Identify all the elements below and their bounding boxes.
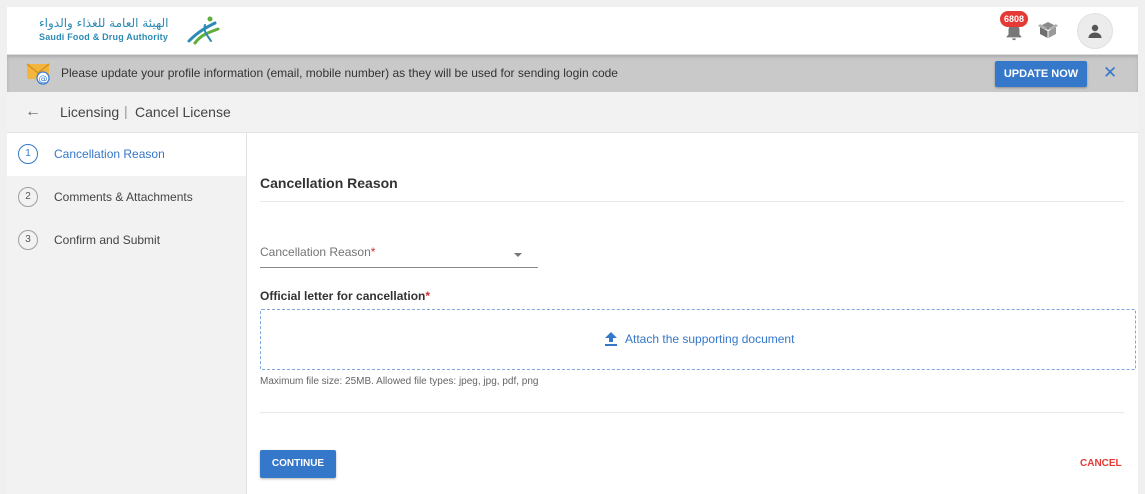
step-label: Cancellation Reason	[54, 147, 165, 161]
cancellation-reason-select[interactable]: Cancellation Reason*	[260, 241, 538, 268]
top-header: الهيئة العامة للغذاء والدواء Saudi Food …	[7, 7, 1138, 55]
upload-icon[interactable]	[604, 331, 618, 347]
select-placeholder: Cancellation Reason*	[260, 245, 376, 259]
step-label: Comments & Attachments	[54, 190, 193, 204]
step-number: 1	[18, 144, 38, 164]
divider	[260, 412, 1124, 413]
form-panel: Cancellation Reason Cancellation Reason*…	[247, 133, 1138, 494]
step-confirm-submit[interactable]: 3 Confirm and Submit	[7, 219, 246, 262]
official-letter-label: Official letter for cancellation*	[260, 289, 431, 303]
avatar[interactable]	[1077, 13, 1113, 49]
close-icon[interactable]: ✕	[1103, 63, 1117, 83]
user-icon	[1088, 24, 1102, 38]
banner-message: Please update your profile information (…	[61, 66, 618, 80]
back-arrow-icon[interactable]: ←	[25, 103, 41, 121]
step-number: 3	[18, 230, 38, 250]
sfda-logo[interactable]: الهيئة العامة للغذاء والدواء Saudi Food …	[37, 15, 237, 45]
cancel-button[interactable]: CANCEL	[1080, 458, 1122, 469]
step-label: Confirm and Submit	[54, 233, 161, 247]
sfda-logo-icon	[187, 16, 220, 45]
breadcrumb: ← Licensing | Cancel License	[7, 92, 1138, 133]
section-title: Cancellation Reason	[260, 175, 398, 191]
profile-update-banner: @ Please update your profile information…	[7, 55, 1138, 92]
logo-english-text: Saudi Food & Drug Authority	[39, 32, 169, 42]
required-mark: *	[425, 289, 431, 303]
breadcrumb-separator: |	[124, 103, 128, 119]
step-number: 2	[18, 187, 38, 207]
app-frame: الهيئة العامة للغذاء والدواء Saudi Food …	[7, 7, 1138, 494]
step-cancellation-reason[interactable]: 1 Cancellation Reason	[7, 133, 246, 176]
page-title: Cancel License	[135, 104, 231, 120]
file-size-hint: Maximum file size: 25MB. Allowed file ty…	[260, 376, 539, 387]
svg-text:@: @	[39, 75, 48, 85]
required-mark: *	[370, 245, 376, 259]
continue-button[interactable]: CONTINUE	[260, 450, 336, 478]
package-icon[interactable]	[1038, 21, 1058, 39]
file-dropzone[interactable]: Attach the supporting document	[260, 309, 1136, 370]
mail-icon: @	[26, 63, 50, 85]
step-comments-attachments[interactable]: 2 Comments & Attachments	[7, 176, 246, 219]
chevron-down-icon[interactable]	[514, 253, 522, 257]
logo-arabic-text: الهيئة العامة للغذاء والدواء	[39, 16, 169, 30]
attach-document-link[interactable]: Attach the supporting document	[625, 332, 794, 346]
breadcrumb-section[interactable]: Licensing	[60, 104, 119, 120]
notification-badge[interactable]: 6808	[1000, 11, 1028, 27]
divider	[260, 201, 1124, 202]
stepper-sidebar: 1 Cancellation Reason 2 Comments & Attac…	[7, 133, 247, 494]
update-now-button[interactable]: UPDATE NOW	[995, 61, 1087, 87]
